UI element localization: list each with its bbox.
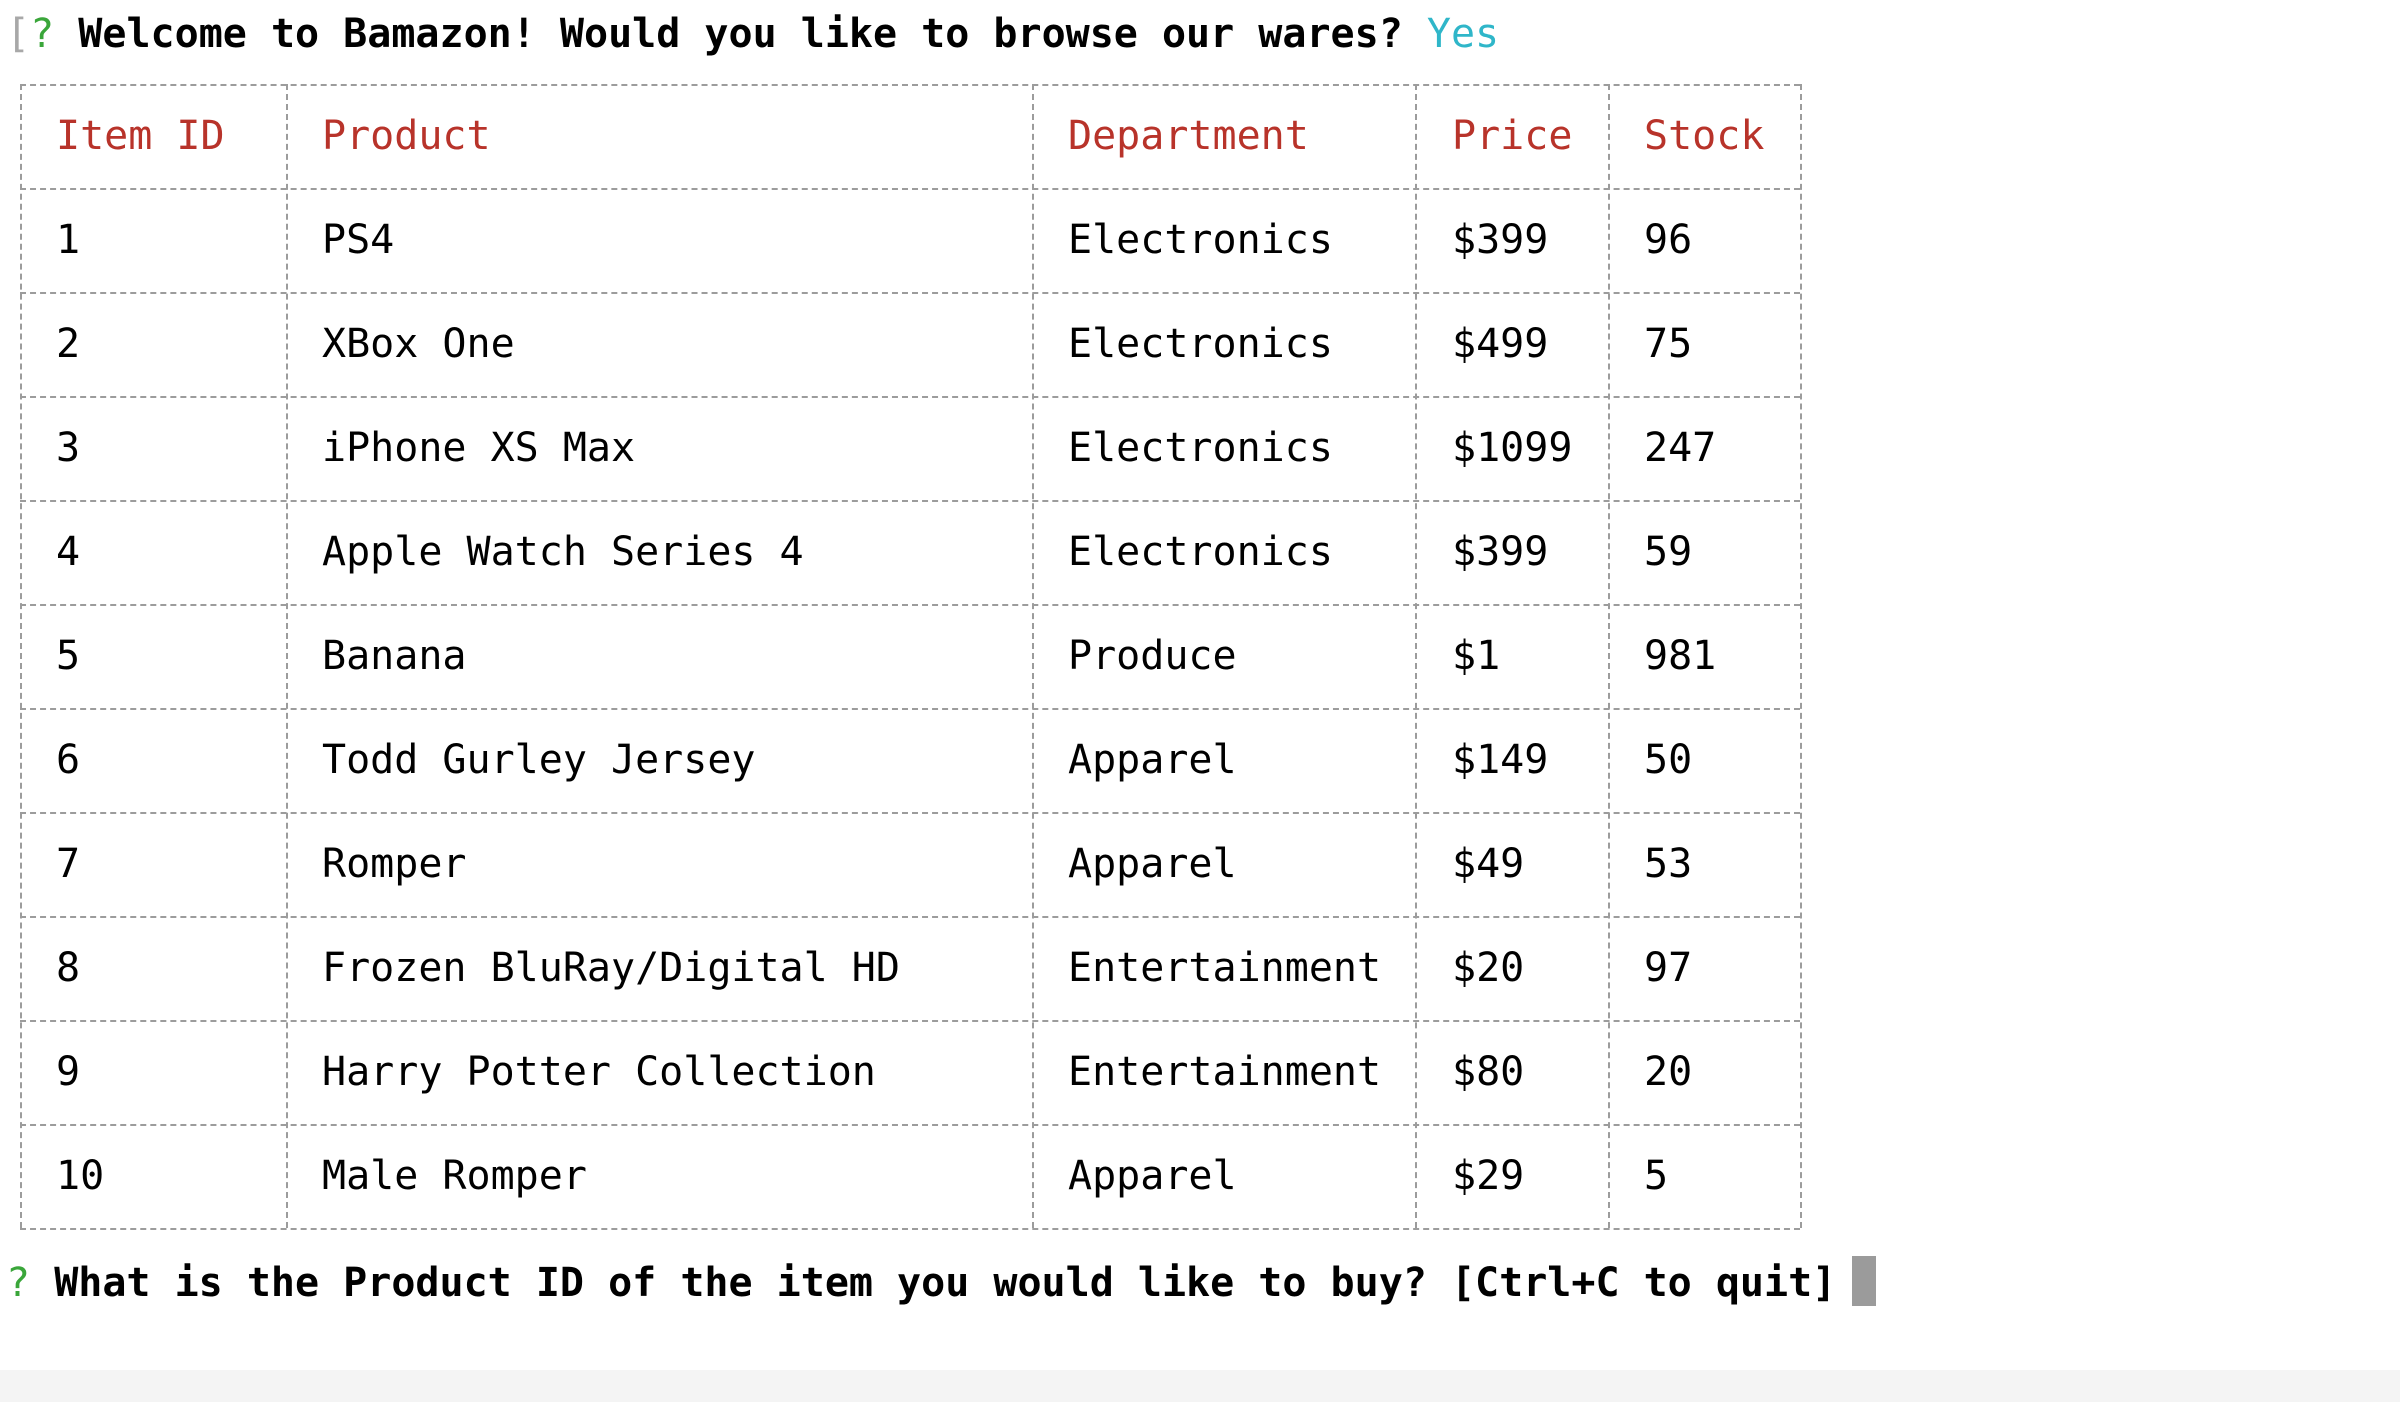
table-cell: 1 [56, 217, 81, 263]
terminal-bottom-edge [0, 1370, 2400, 1402]
question-mark-icon: ? [6, 1260, 31, 1306]
table-cell: 5 [1644, 1153, 1669, 1199]
table-cell: $49 [1452, 841, 1525, 887]
table-rule [20, 1228, 1800, 1230]
table-cell: XBox One [322, 321, 515, 367]
table-cell: Apple Watch Series 4 [322, 529, 804, 575]
table-cell: Banana [322, 633, 467, 679]
table-cell: 3 [56, 425, 81, 471]
table-cell: $20 [1452, 945, 1525, 991]
table-cell: $399 [1452, 529, 1549, 575]
table-column-divider [286, 84, 288, 1228]
table-column-divider [1800, 84, 1802, 1228]
purchase-question: What is the Product ID of the item you w… [54, 1260, 1837, 1306]
prompt-bracket: [ [6, 11, 31, 57]
table-cell: 5 [56, 633, 81, 679]
table-cell: Electronics [1068, 217, 1333, 263]
table-cell: Todd Gurley Jersey [322, 737, 756, 783]
table-cell: $149 [1452, 737, 1549, 783]
table-cell: Entertainment [1068, 1049, 1382, 1095]
table-cell: 981 [1644, 633, 1717, 679]
table-cell: Apparel [1068, 841, 1237, 887]
table-cell: $1 [1452, 633, 1501, 679]
table-header-cell: Item ID [56, 113, 225, 159]
table-cell: 9 [56, 1049, 81, 1095]
table-header-cell: Stock [1644, 113, 1765, 159]
welcome-answer: Yes [1426, 11, 1500, 57]
table-header-cell: Price [1452, 113, 1573, 159]
table-cell: 7 [56, 841, 81, 887]
purchase-prompt[interactable]: ? What is the Product ID of the item you… [6, 1256, 1877, 1309]
table-column-divider [20, 84, 22, 1228]
table-cell: 10 [56, 1153, 105, 1199]
question-mark-icon: ? [30, 11, 55, 57]
welcome-prompt: [? Welcome to Bamazon! Would you like to… [6, 8, 1499, 60]
table-cell: 8 [56, 945, 81, 991]
table-cell: 6 [56, 737, 81, 783]
table-cell: 96 [1644, 217, 1693, 263]
table-cell: 2 [56, 321, 81, 367]
table-cell: Frozen BluRay/Digital HD [322, 945, 900, 991]
table-cell: 59 [1644, 529, 1693, 575]
table-cell: Entertainment [1068, 945, 1382, 991]
welcome-question: Welcome to Bamazon! Would you like to br… [78, 11, 1403, 57]
table-cell: $80 [1452, 1049, 1525, 1095]
table-cell: iPhone XS Max [322, 425, 636, 471]
table-cell: 4 [56, 529, 81, 575]
table-cell: $499 [1452, 321, 1549, 367]
table-cell: $29 [1452, 1153, 1525, 1199]
table-column-divider [1032, 84, 1034, 1228]
table-column-divider [1608, 84, 1610, 1228]
table-cell: Electronics [1068, 321, 1333, 367]
table-cell: Apparel [1068, 1153, 1237, 1199]
table-cell: Produce [1068, 633, 1237, 679]
table-cell: 20 [1644, 1049, 1693, 1095]
table-cell: 75 [1644, 321, 1693, 367]
table-column-divider [1415, 84, 1417, 1228]
table-cell: Apparel [1068, 737, 1237, 783]
table-cell: Romper [322, 841, 467, 887]
table-cell: 247 [1644, 425, 1717, 471]
table-cell: 97 [1644, 945, 1693, 991]
table-cell: 53 [1644, 841, 1693, 887]
table-cell: Electronics [1068, 425, 1333, 471]
table-header-cell: Department [1068, 113, 1309, 159]
table-cell: Male Romper [322, 1153, 587, 1199]
table-header-cell: Product [322, 113, 491, 159]
text-cursor[interactable] [1852, 1256, 1877, 1306]
table-cell: Harry Potter Collection [322, 1049, 876, 1095]
table-cell: 50 [1644, 737, 1693, 783]
table-cell: PS4 [322, 217, 395, 263]
table-cell: $1099 [1452, 425, 1573, 471]
terminal-window[interactable]: [? Welcome to Bamazon! Would you like to… [0, 0, 2400, 1402]
table-cell: Electronics [1068, 529, 1333, 575]
table-cell: $399 [1452, 217, 1549, 263]
